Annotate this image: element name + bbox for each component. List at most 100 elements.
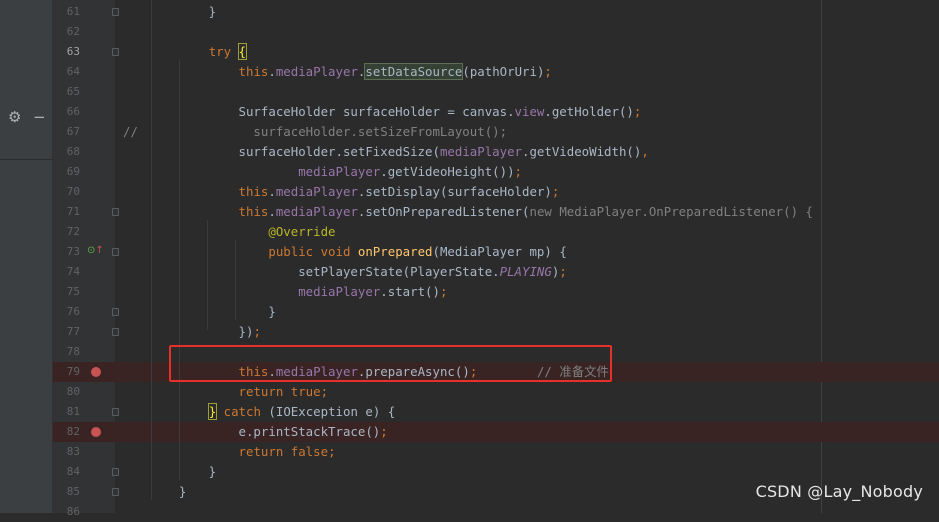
code-line[interactable]: 63 try { [53, 42, 939, 62]
fold-marker-icon[interactable] [112, 328, 119, 336]
line-number[interactable]: 82 [53, 422, 80, 442]
code-token: ; [514, 164, 523, 179]
code-line[interactable]: 83 return false; [53, 442, 939, 462]
code-text[interactable]: this.mediaPlayer.setOnPreparedListener(n… [149, 202, 813, 222]
gear-icon[interactable]: ⚙ [8, 108, 21, 126]
line-number[interactable]: 71 [53, 202, 80, 222]
code-token: surfaceHolder.setFixedSize( [149, 144, 440, 159]
code-line[interactable]: 69 mediaPlayer.getVideoHeight()); [53, 162, 939, 182]
line-number[interactable]: 77 [53, 322, 80, 342]
code-line[interactable]: 74 setPlayerState(PlayerState.PLAYING); [53, 262, 939, 282]
line-number[interactable]: 69 [53, 162, 80, 182]
code-token: ; [544, 64, 552, 79]
code-text[interactable]: return false; [149, 442, 336, 462]
code-text[interactable]: } [149, 2, 216, 22]
line-number[interactable]: 70 [53, 182, 80, 202]
indent-guide [235, 240, 236, 320]
line-number[interactable]: 83 [53, 442, 80, 462]
code-token: { [237, 43, 248, 60]
line-number[interactable]: 64 [53, 62, 80, 82]
code-line[interactable]: 61 } [53, 2, 939, 22]
code-text[interactable]: e.printStackTrace(); [149, 422, 388, 442]
fold-marker-icon[interactable] [112, 468, 119, 476]
code-line[interactable]: 70 this.mediaPlayer.setDisplay(surfaceHo… [53, 182, 939, 202]
watermark: CSDN @Lay_Nobody [755, 482, 923, 501]
code-token: } [149, 484, 187, 499]
minus-icon[interactable]: − [33, 108, 46, 126]
code-token: ; [551, 184, 560, 199]
code-line[interactable]: 84 } [53, 462, 939, 482]
fold-marker-icon[interactable] [112, 8, 119, 16]
fold-marker-icon[interactable] [112, 308, 119, 316]
line-number[interactable]: 79 [53, 362, 80, 382]
code-text[interactable]: mediaPlayer.getVideoHeight()); [149, 162, 522, 182]
code-line[interactable]: 76 } [53, 302, 939, 322]
code-line[interactable]: 64 this.mediaPlayer.setDataSource(pathOr… [53, 62, 939, 82]
code-text[interactable]: } catch (IOException e) { [149, 402, 395, 422]
line-number[interactable]: 66 [53, 102, 80, 122]
code-text[interactable]: } [149, 462, 216, 482]
code-line[interactable]: 67 // surfaceHolder.setSizeFromLayout(); [53, 122, 939, 142]
line-number[interactable]: 65 [53, 82, 80, 102]
code-line[interactable]: 71 this.mediaPlayer.setOnPreparedListene… [53, 202, 939, 222]
fold-marker-icon[interactable] [112, 248, 119, 256]
line-number[interactable]: 72 [53, 222, 80, 242]
fold-marker-icon[interactable] [112, 48, 119, 56]
line-number[interactable]: 75 [53, 282, 80, 302]
code-token: } [149, 304, 276, 319]
code-text[interactable]: setPlayerState(PlayerState.PLAYING); [149, 262, 567, 282]
code-line[interactable]: 68 surfaceHolder.setFixedSize(mediaPlaye… [53, 142, 939, 162]
code-text[interactable]: mediaPlayer.start(); [149, 282, 447, 302]
code-line[interactable]: 82 e.printStackTrace(); [53, 422, 939, 442]
code-text[interactable]: } [149, 482, 186, 502]
code-text[interactable]: surfaceHolder.setFixedSize(mediaPlayer.g… [149, 142, 649, 162]
code-text[interactable]: surfaceHolder.setSizeFromLayout(); [149, 122, 507, 142]
fold-marker-icon[interactable] [112, 408, 119, 416]
code-token: (IOException e) { [260, 404, 396, 419]
code-line[interactable]: 81 } catch (IOException e) { [53, 402, 939, 422]
line-number[interactable]: 85 [53, 482, 80, 502]
line-number[interactable]: 62 [53, 22, 80, 42]
line-number[interactable]: 84 [53, 462, 80, 482]
line-number[interactable]: 86 [53, 502, 80, 522]
line-number[interactable]: 74 [53, 262, 80, 282]
line-number[interactable]: 68 [53, 142, 80, 162]
code-text[interactable]: this.mediaPlayer.setDataSource(pathOrUri… [149, 62, 552, 82]
fold-marker-icon[interactable] [112, 488, 119, 496]
code-text[interactable]: this.mediaPlayer.setDisplay(surfaceHolde… [149, 182, 560, 202]
code-text[interactable]: }); [149, 322, 261, 342]
panel-divider [0, 159, 53, 160]
code-line[interactable]: 73 ⊙↑ public void onPrepared(MediaPlayer … [53, 242, 939, 262]
code-line[interactable]: 72 @Override [53, 222, 939, 242]
line-number[interactable]: 67 [53, 122, 80, 142]
code-text[interactable]: public void onPrepared(MediaPlayer mp) { [149, 242, 566, 262]
line-number[interactable]: 73 [53, 242, 80, 262]
code-text[interactable]: @Override [149, 222, 335, 242]
code-text[interactable]: } [149, 302, 276, 322]
code-line[interactable]: 80 return true; [53, 382, 939, 402]
code-line[interactable]: 62 [53, 22, 939, 42]
code-line[interactable]: 75 mediaPlayer.start(); [53, 282, 939, 302]
line-number[interactable]: 76 [53, 302, 80, 322]
code-text[interactable]: return true; [149, 382, 329, 402]
code-line[interactable]: 77 }); [53, 322, 939, 342]
code-text[interactable]: SurfaceHolder surfaceHolder = canvas.vie… [149, 102, 642, 122]
line-number[interactable]: 61 [53, 2, 80, 22]
code-token: mediaPlayer [439, 144, 522, 159]
indent-guide [207, 220, 208, 330]
fold-marker-icon[interactable] [112, 208, 119, 216]
breakpoint-icon[interactable] [91, 367, 101, 377]
code-token: } [149, 4, 217, 19]
line-number[interactable]: 81 [53, 402, 80, 422]
line-number[interactable]: 63 [53, 42, 80, 62]
code-line[interactable]: 65 [53, 82, 939, 102]
line-number[interactable]: 80 [53, 382, 80, 402]
line-number[interactable]: 78 [53, 342, 80, 362]
code-text[interactable]: try { [149, 42, 248, 62]
code-line[interactable]: 66 SurfaceHolder surfaceHolder = canvas.… [53, 102, 939, 122]
breakpoint-icon[interactable] [91, 427, 101, 437]
override-method-icon[interactable]: ⊙↑ [87, 244, 104, 258]
code-line[interactable]: 86 [53, 502, 939, 522]
